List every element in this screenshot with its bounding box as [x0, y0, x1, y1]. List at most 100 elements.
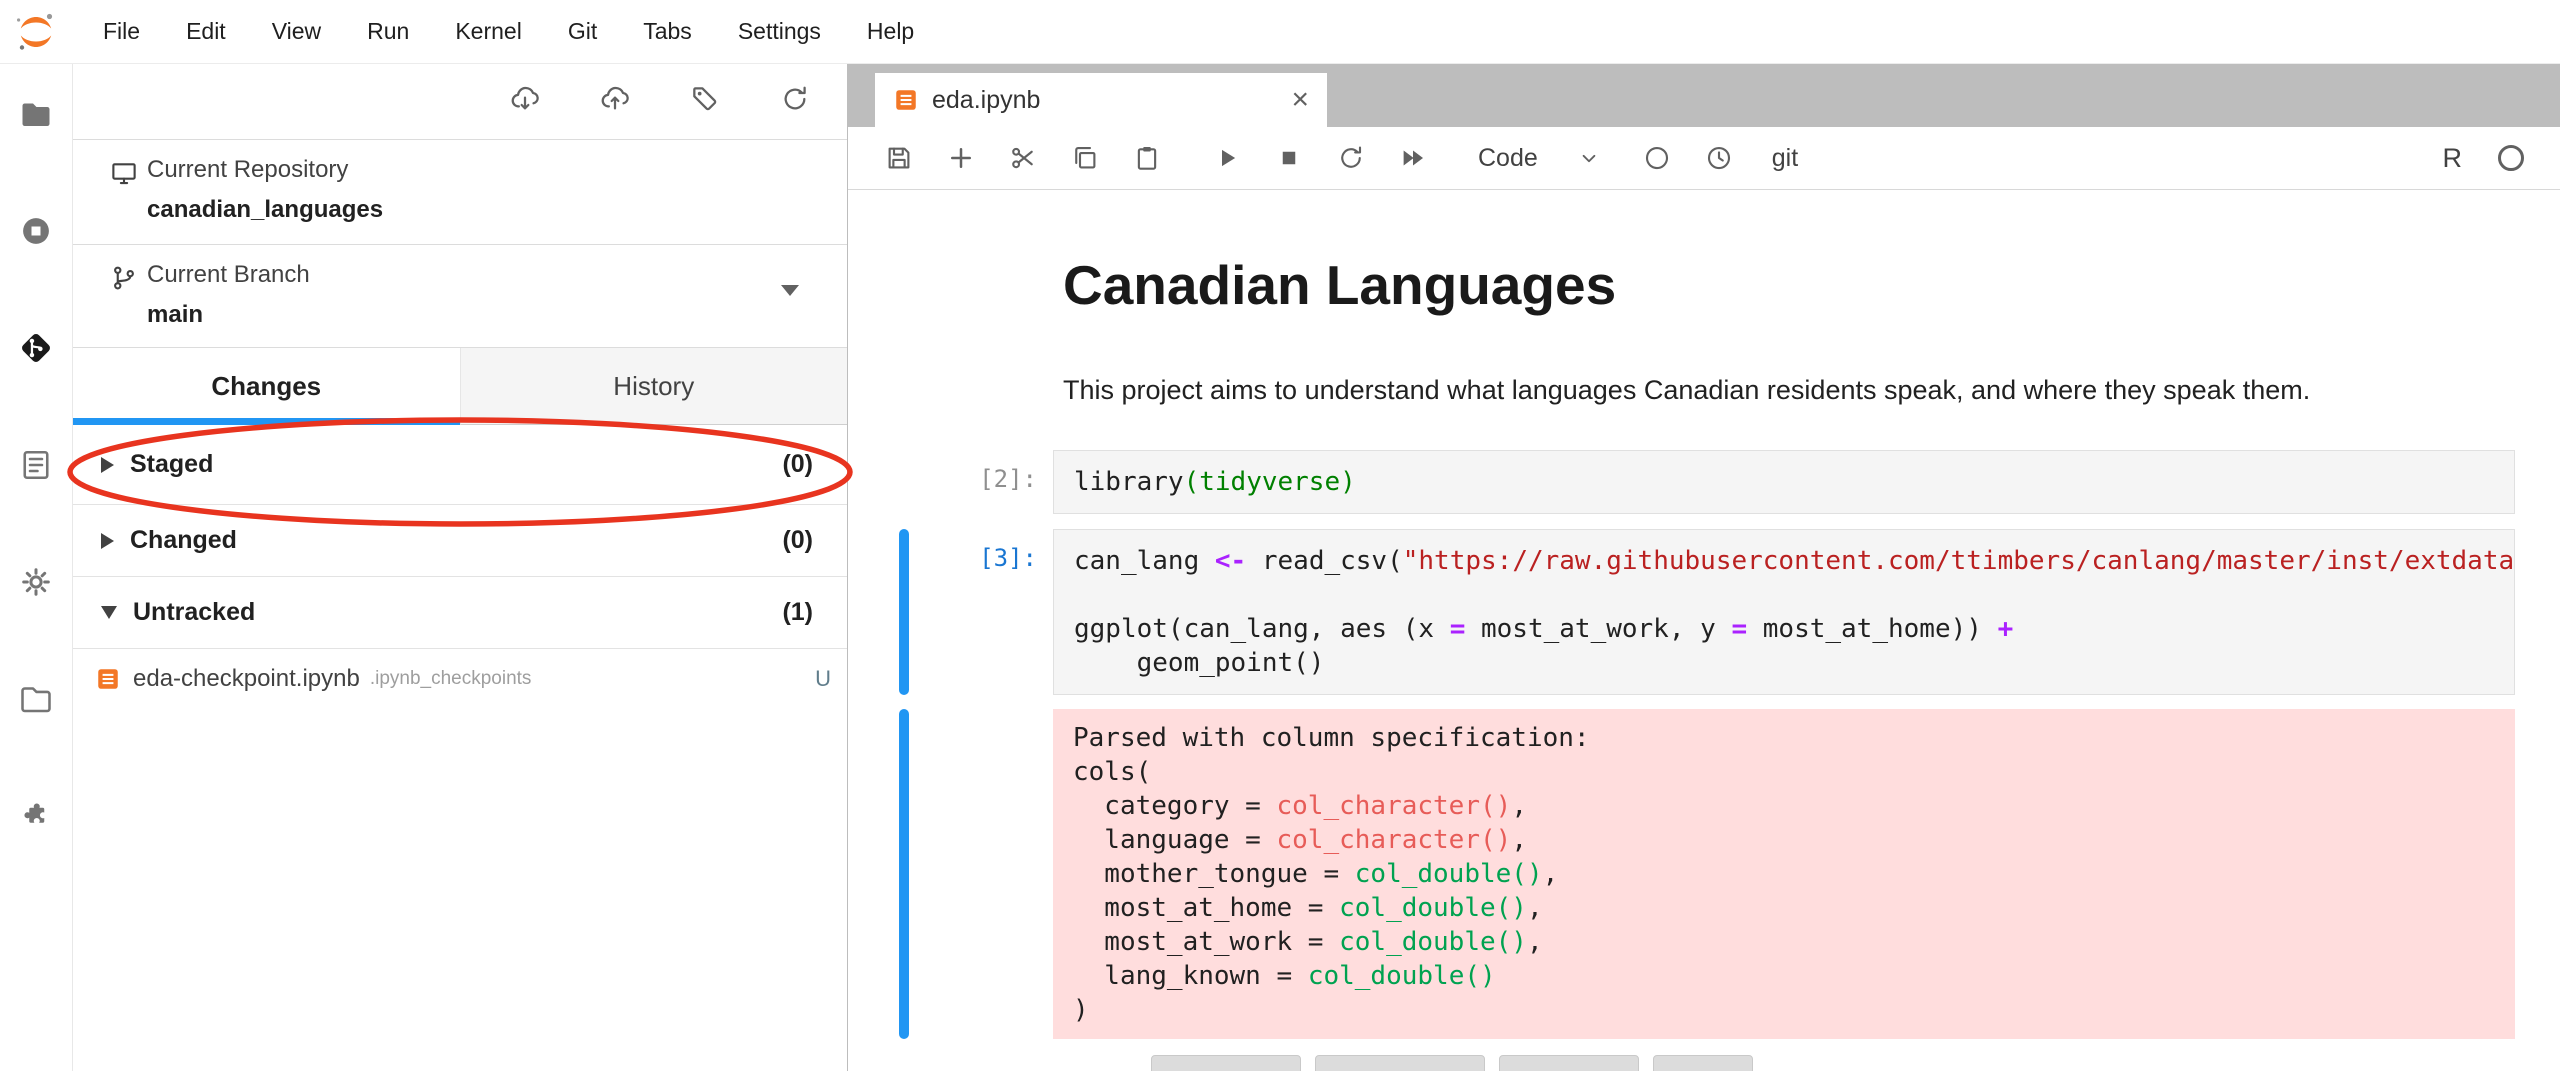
menu-help[interactable]: Help: [844, 0, 937, 63]
untracked-file-name: eda-checkpoint.ipynb: [133, 665, 360, 693]
tag-button[interactable]: [689, 83, 721, 120]
insert-cell-button[interactable]: [938, 135, 984, 181]
output-collapser-bar[interactable]: [899, 709, 909, 1039]
running-sessions-icon[interactable]: [16, 211, 56, 251]
kernel-language-label: R: [2443, 143, 2463, 174]
git-toolbar-button[interactable]: git: [1772, 144, 1798, 173]
interrupt-kernel-button[interactable]: [1266, 135, 1312, 181]
puzzle-extension-icon[interactable]: [16, 796, 56, 836]
left-sidebar: [0, 64, 73, 1071]
cell-type-dropdown[interactable]: Code: [1478, 144, 1602, 173]
tab-history[interactable]: History: [460, 348, 848, 425]
code-cell-3: [3]: can_lang <- read_csv("https://raw.g…: [848, 529, 2560, 695]
notebook-file-icon: [95, 666, 121, 692]
table-header-sliver: [1499, 1055, 1639, 1071]
branch-dropdown-caret-icon[interactable]: [781, 285, 799, 296]
paste-cells-button[interactable]: [1124, 135, 1170, 181]
code-editor[interactable]: can_lang <- read_csv("https://raw.github…: [1053, 529, 2515, 695]
restart-kernel-button[interactable]: [1328, 135, 1374, 181]
branch-name: main: [147, 301, 310, 329]
cut-cells-button[interactable]: [1000, 135, 1046, 181]
changed-label: Changed: [130, 526, 237, 555]
menu-run[interactable]: Run: [344, 0, 432, 63]
run-cell-button[interactable]: [1204, 135, 1250, 181]
menu-view[interactable]: View: [249, 0, 344, 63]
menu-settings[interactable]: Settings: [715, 0, 844, 63]
changed-count: (0): [782, 526, 813, 555]
notebook-tab-title: eda.ipynb: [932, 86, 1040, 115]
untracked-section-header[interactable]: Untracked (1): [73, 577, 847, 649]
gear-icon[interactable]: [16, 562, 56, 602]
file-status-badge: U: [815, 666, 831, 692]
code-editor[interactable]: library(tidyverse): [1053, 450, 2515, 514]
staged-count: (0): [782, 450, 813, 479]
menu-git[interactable]: Git: [545, 0, 620, 63]
cell-gutter: [2]:: [848, 450, 1053, 514]
folder-outline-icon[interactable]: [16, 679, 56, 719]
menu-bar: File Edit View Run Kernel Git Tabs Setti…: [0, 0, 2560, 64]
menu-kernel[interactable]: Kernel: [432, 0, 544, 63]
untracked-count: (1): [782, 598, 813, 627]
tab-changes[interactable]: Changes: [73, 348, 460, 425]
menu-edit[interactable]: Edit: [163, 0, 249, 63]
table-header-sliver: [1653, 1055, 1753, 1071]
cell-type-value: Code: [1478, 144, 1538, 173]
notebook-content: Canadian Languages This project aims to …: [848, 190, 2560, 1071]
menu-tabs[interactable]: Tabs: [620, 0, 715, 63]
jupyterlab-window: File Edit View Run Kernel Git Tabs Setti…: [0, 0, 2560, 1071]
caret-right-icon: [101, 457, 114, 473]
markdown-title: Canadian Languages: [1063, 252, 2515, 318]
caret-down-icon: [101, 606, 117, 619]
monitor-icon: [109, 158, 139, 188]
copy-cells-button[interactable]: [1062, 135, 1108, 181]
code-cell-2: [2]: library(tidyverse): [848, 450, 2560, 514]
git-icon[interactable]: [16, 328, 56, 368]
pull-button[interactable]: [509, 83, 541, 120]
untracked-label: Untracked: [133, 598, 255, 627]
chevron-down-icon: [1576, 145, 1602, 171]
file-browser-folder-icon[interactable]: [16, 94, 56, 134]
current-branch-section: Current Branch main: [73, 245, 847, 348]
dock-tab-bar: eda.ipynb ×: [848, 64, 2560, 127]
table-header-sliver: [1151, 1055, 1301, 1071]
staged-label: Staged: [130, 450, 213, 479]
output-gutter: [848, 709, 1053, 1039]
git-panel: Current Repository canadian_languages Cu…: [73, 64, 848, 1071]
repo-label: Current Repository: [147, 156, 383, 184]
execution-prompt: [2]:: [979, 465, 1037, 493]
notebook-tab[interactable]: eda.ipynb ×: [875, 73, 1327, 127]
stderr-output: Parsed with column specification:cols( c…: [1053, 709, 2515, 1039]
current-repository-section: Current Repository canadian_languages: [73, 140, 847, 245]
next-output-sliver: [1151, 1055, 2515, 1071]
restart-run-all-button[interactable]: [1390, 135, 1436, 181]
notebook-file-icon: [893, 87, 919, 113]
repo-name: canadian_languages: [147, 196, 383, 224]
git-panel-toolbar: [73, 64, 847, 140]
execution-prompt: [3]:: [979, 544, 1037, 572]
markdown-paragraph: This project aims to understand what lan…: [1063, 372, 2515, 408]
refresh-button[interactable]: [779, 83, 811, 120]
untracked-file-folder: .ipynb_checkpoints: [370, 668, 532, 690]
save-button[interactable]: [876, 135, 922, 181]
staged-section-header[interactable]: Staged (0): [73, 425, 847, 505]
document-list-icon[interactable]: [16, 445, 56, 485]
branch-icon: [109, 263, 139, 293]
caret-right-icon: [101, 533, 114, 549]
menu-file[interactable]: File: [80, 0, 163, 63]
history-clock-button[interactable]: [1696, 135, 1742, 181]
tab-close-icon[interactable]: ×: [1291, 85, 1309, 115]
cell-3-output: Parsed with column specification:cols( c…: [848, 709, 2560, 1039]
input-collapser-bar[interactable]: [899, 529, 909, 695]
notebook-toolbar: Code git R: [848, 127, 2560, 190]
kernel-status-indicator[interactable]: [2498, 145, 2524, 171]
circle-outline-button[interactable]: [1634, 135, 1680, 181]
git-panel-tabs: Changes History: [73, 348, 847, 425]
cell-gutter: [3]:: [848, 529, 1053, 695]
push-button[interactable]: [599, 83, 631, 120]
untracked-file-row[interactable]: eda-checkpoint.ipynb .ipynb_checkpoints …: [73, 649, 847, 709]
main-dock: eda.ipynb ×: [848, 64, 2560, 1071]
jupyter-logo-icon: [14, 10, 58, 54]
branch-label: Current Branch: [147, 261, 310, 289]
changed-section-header[interactable]: Changed (0): [73, 505, 847, 577]
table-header-sliver: [1315, 1055, 1485, 1071]
